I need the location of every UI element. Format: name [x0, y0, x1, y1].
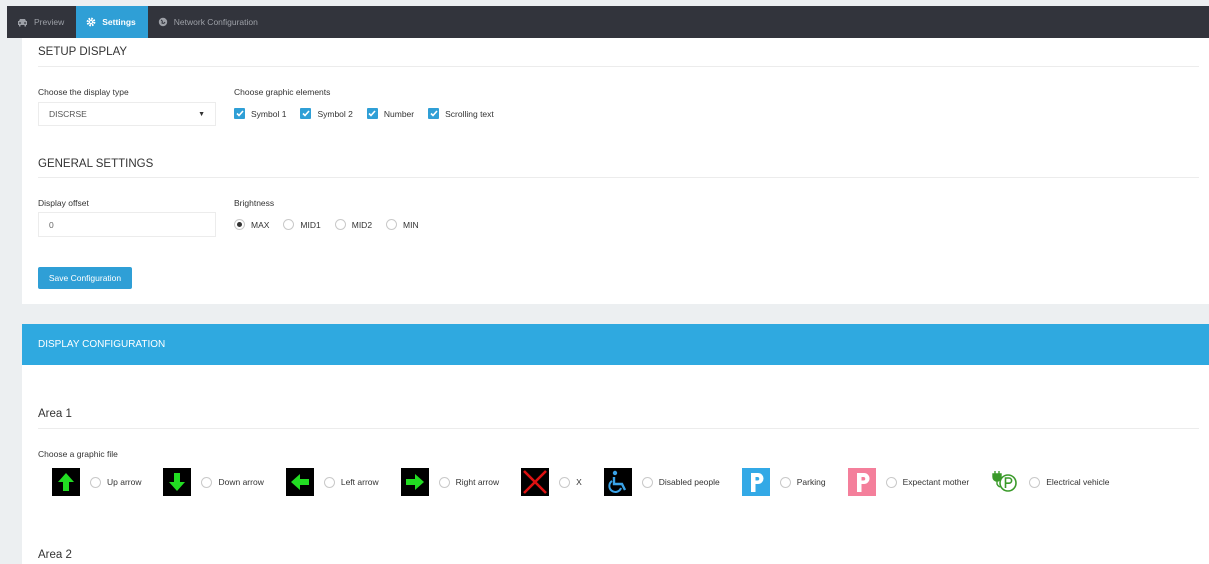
area-1-title: Area 1	[38, 408, 72, 420]
checkbox-symbol-2[interactable]: Symbol 2	[300, 108, 353, 119]
graphic-label: Up arrow	[107, 477, 142, 487]
graphic-label: Expectant mother	[902, 477, 970, 487]
tab-preview-label: Preview	[34, 17, 65, 27]
divider	[38, 177, 1199, 178]
graphic-option-down-arrow[interactable]: Down arrow	[163, 468, 264, 496]
parking-pink-icon	[847, 468, 876, 496]
radio-dot	[334, 219, 346, 230]
top-nav: Preview Settings Network Configuration	[7, 6, 1209, 38]
parking-icon	[741, 468, 770, 496]
graphic-label: Disabled people	[658, 477, 720, 487]
display-configuration-header: DISPLAY CONFIGURATION	[22, 324, 1209, 365]
graphic-label: Down arrow	[218, 477, 264, 487]
car-icon	[17, 18, 28, 27]
caret-down-icon: ▼	[198, 110, 205, 118]
tab-preview[interactable]: Preview	[7, 6, 76, 38]
radio-dot	[641, 476, 653, 488]
globe-icon	[158, 17, 168, 27]
display-offset-value: 0	[49, 219, 54, 230]
tab-settings[interactable]: Settings	[76, 6, 148, 38]
tab-settings-label: Settings	[102, 17, 136, 27]
ev-charging-icon	[991, 468, 1019, 496]
area-2-title: Area 2	[38, 549, 72, 561]
checkbox-scrolling-text[interactable]: Scrolling text	[428, 108, 494, 119]
graphic-elements-label: Choose graphic elements	[234, 87, 331, 97]
graphic-option-x[interactable]: X	[521, 468, 582, 496]
radio-max[interactable]: MAX	[234, 219, 269, 230]
radio-label: MID1	[300, 219, 321, 230]
x-icon	[521, 468, 550, 496]
radio-dot	[201, 476, 213, 488]
check-icon	[366, 108, 378, 119]
checkbox-symbol-1[interactable]: Symbol 1	[234, 108, 286, 119]
graphic-label: Left arrow	[340, 477, 379, 487]
left-arrow-icon	[285, 468, 314, 496]
graphic-option-right-arrow[interactable]: Right arrow	[400, 468, 500, 496]
display-offset-input[interactable]: 0	[38, 212, 216, 237]
left-gutter	[7, 38, 22, 564]
check-icon	[428, 108, 440, 119]
radio-mid2[interactable]: MID2	[334, 219, 373, 230]
radio-label: MID2	[351, 219, 373, 230]
general-settings-title: GENERAL SETTINGS	[38, 158, 154, 170]
graphic-label: Right arrow	[455, 477, 500, 487]
graphic-label: Parking	[796, 477, 826, 487]
check-icon	[300, 108, 312, 119]
graphic-option-up-arrow[interactable]: Up arrow	[52, 468, 141, 496]
checkbox-label: Symbol 1	[251, 108, 287, 119]
down-arrow-icon	[163, 468, 192, 496]
radio-dot	[559, 476, 571, 488]
brightness-label: Brightness	[234, 198, 275, 208]
graphic-option-expectant-mother[interactable]: Expectant mother	[847, 468, 970, 496]
checkbox-label: Scrolling text	[445, 108, 494, 119]
divider	[38, 428, 1199, 429]
save-configuration-button[interactable]: Save Configuration	[38, 267, 132, 289]
radio-dot	[438, 476, 450, 488]
graphic-file-options: Up arrow Down arrow Left arrow Right arr…	[52, 468, 1132, 496]
display-type-value: DISCRSE	[49, 109, 87, 119]
radio-mid1[interactable]: MID1	[283, 219, 321, 230]
radio-dot	[1029, 476, 1041, 488]
graphic-option-electrical-vehicle[interactable]: Electrical vehicle	[991, 468, 1110, 496]
display-type-select[interactable]: DISCRSE ▼	[38, 102, 216, 126]
radio-dot	[779, 476, 791, 488]
radio-dot	[90, 476, 101, 488]
checkbox-number[interactable]: Number	[366, 108, 415, 119]
wheelchair-icon	[603, 468, 632, 496]
radio-dot	[234, 219, 245, 230]
graphic-label: X	[576, 477, 582, 487]
settings-panel: SETUP DISPLAY Choose the display type DI…	[22, 38, 1209, 304]
graphic-elements-group: Symbol 1 Symbol 2 Number Scrolling text	[234, 108, 494, 119]
graphic-option-parking[interactable]: Parking	[741, 468, 826, 496]
setup-display-title: SETUP DISPLAY	[38, 46, 128, 58]
right-arrow-icon	[400, 468, 429, 496]
graphic-label: Electrical vehicle	[1046, 477, 1110, 487]
tab-network-configuration[interactable]: Network Configuration	[148, 6, 270, 38]
radio-label: MIN	[403, 219, 419, 230]
radio-dot	[323, 476, 335, 488]
radio-dot	[283, 219, 295, 230]
divider	[38, 66, 1199, 67]
graphic-option-disabled-people[interactable]: Disabled people	[603, 468, 720, 496]
tab-network-label: Network Configuration	[173, 17, 258, 27]
up-arrow-icon	[52, 468, 80, 496]
radio-dot	[885, 476, 897, 488]
check-icon	[234, 108, 245, 119]
checkbox-label: Symbol 2	[317, 108, 353, 119]
radio-label: MAX	[251, 219, 270, 230]
radio-min[interactable]: MIN	[386, 219, 419, 230]
brightness-group: MAX MID1 MID2 MIN	[234, 219, 419, 230]
gear-icon	[86, 17, 96, 27]
display-offset-label: Display offset	[38, 198, 89, 208]
checkbox-label: Number	[383, 108, 415, 119]
display-type-label: Choose the display type	[38, 87, 129, 97]
radio-dot	[386, 219, 398, 230]
graphic-file-label: Choose a graphic file	[38, 449, 118, 459]
graphic-option-left-arrow[interactable]: Left arrow	[285, 468, 379, 496]
display-configuration-panel: DISPLAY CONFIGURATION Area 1 Choose a gr…	[22, 324, 1209, 564]
